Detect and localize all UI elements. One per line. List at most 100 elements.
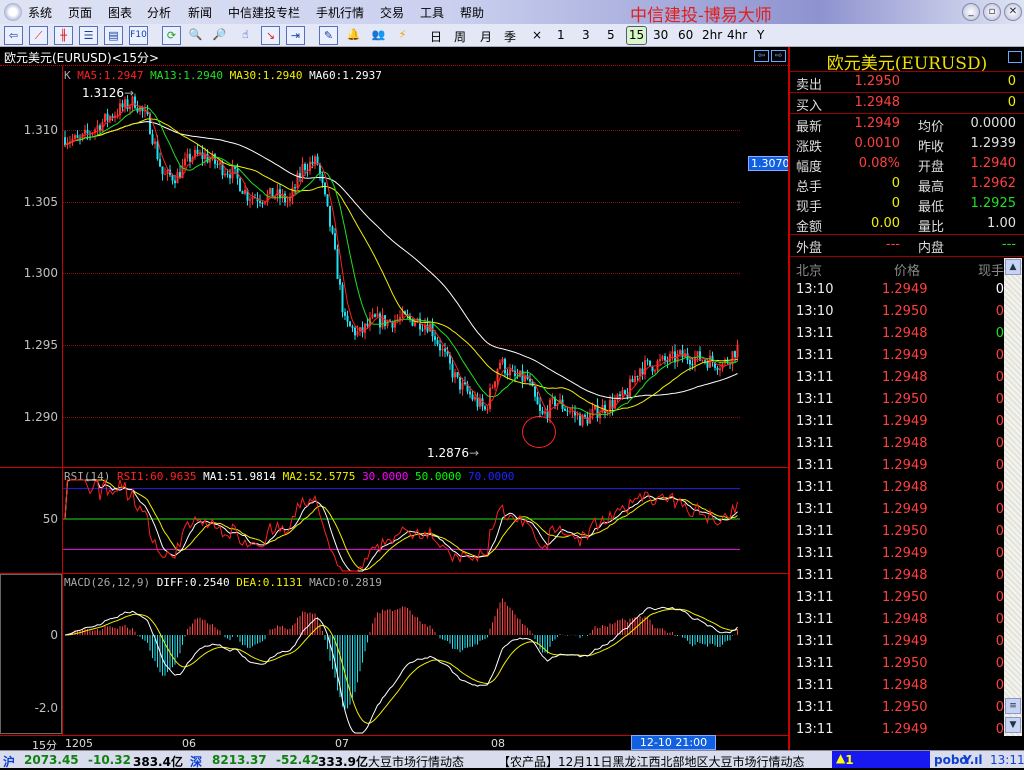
quote-icon[interactable]: ▤ (104, 26, 123, 45)
tick-row[interactable]: 13:11 1.2950 0 (794, 389, 1004, 411)
candle-body (226, 173, 229, 175)
menu-tools[interactable]: 工具 (420, 4, 444, 21)
tick-row[interactable]: 13:11 1.2948 0 (794, 609, 1004, 631)
period-30[interactable]: 30 (653, 28, 668, 42)
menu-news[interactable]: 新闻 (188, 4, 212, 21)
tick-row[interactable]: 13:11 1.2948 0 (794, 477, 1004, 499)
flash-icon[interactable]: ⚡ (393, 26, 412, 45)
scroll-right-icon[interactable]: ⇨ (771, 50, 786, 62)
tick-row[interactable]: 13:11 1.2949 0 (794, 543, 1004, 565)
tick-row[interactable]: 13:11 1.2950 0 (794, 587, 1004, 609)
period-close[interactable]: × (532, 28, 542, 42)
news-ticker-2[interactable]: 【农产品】12月11日黑龙江西北部地区大豆市场行情动态 (498, 753, 805, 770)
candle-body (284, 193, 286, 203)
tick-row[interactable]: 13:10 1.2949 0 (794, 279, 1004, 301)
news-ticker-1[interactable]: 大豆市场行情动态 (368, 753, 464, 770)
menu-page[interactable]: 页面 (68, 4, 92, 21)
tick-row[interactable]: 13:10 1.2950 0 (794, 301, 1004, 323)
candle-body (186, 153, 189, 159)
scroll-down-icon[interactable]: ▼ (1005, 717, 1021, 733)
menu-trade[interactable]: 交易 (380, 4, 404, 21)
period-3[interactable]: 3 (582, 28, 590, 42)
candle-body (639, 368, 641, 377)
close-button[interactable]: ✕ (1004, 3, 1022, 21)
tick-volume: 0 (995, 524, 1004, 539)
ticks-scrollbar[interactable]: ▲ ≡ ▼ (1004, 258, 1022, 736)
period-5[interactable]: 5 (607, 28, 615, 42)
period-year[interactable]: Y (757, 28, 764, 42)
tick-price: 1.2950 (882, 392, 928, 407)
kline-chart[interactable] (0, 0, 788, 768)
tick-row[interactable]: 13:11 1.2949 0 (794, 631, 1004, 653)
refresh-icon[interactable]: ⟳ (162, 26, 181, 45)
tick-row[interactable]: 13:11 1.2949 0 (794, 719, 1004, 741)
line-chart-icon[interactable]: ⟋ (29, 26, 48, 45)
rsi-ma1-line (64, 479, 738, 572)
tick-volume: 0 (995, 590, 1004, 605)
draw-icon[interactable]: ✎ (319, 26, 338, 45)
period-quarter[interactable]: 季 (504, 28, 516, 45)
candle-body (691, 364, 694, 366)
app-logo-icon[interactable] (4, 3, 22, 21)
candle-body (249, 199, 251, 201)
candle-body (436, 340, 439, 345)
tick-row[interactable]: 13:11 1.2948 0 (794, 433, 1004, 455)
candle-body (369, 317, 371, 326)
users-icon[interactable]: 👥 (369, 26, 388, 45)
tick-row[interactable]: 13:11 1.2950 0 (794, 697, 1004, 719)
menu-analysis[interactable]: 分析 (147, 4, 171, 21)
menu-system[interactable]: 系统 (28, 4, 52, 21)
scroll-thumb[interactable]: ≡ (1005, 698, 1021, 714)
tick-row[interactable]: 13:11 1.2949 0 (794, 499, 1004, 521)
gridline (63, 130, 740, 131)
tick-row[interactable]: 13:11 1.2949 0 (794, 455, 1004, 477)
tick-row[interactable]: 13:11 1.2949 0 (794, 411, 1004, 433)
candle-body (114, 115, 116, 118)
menu-mobile[interactable]: 手机行情 (316, 4, 364, 21)
tick-row[interactable]: 13:11 1.2950 0 (794, 653, 1004, 675)
quote-label: 最新 (796, 120, 823, 135)
period-2hr[interactable]: 2hr (702, 28, 722, 42)
period-4hr[interactable]: 4hr (727, 28, 747, 42)
restore-button[interactable]: ▫ (983, 3, 1001, 21)
tick-time: 13:11 (796, 414, 834, 429)
menu-chart[interactable]: 图表 (108, 4, 132, 21)
maximize-panel-icon[interactable] (1008, 51, 1022, 63)
candle-body (319, 164, 321, 175)
period-day[interactable]: 日 (430, 28, 442, 45)
candle-body (71, 138, 74, 142)
period-15[interactable]: 15 (626, 26, 647, 45)
tick-volume: 0 (995, 326, 1004, 341)
period-1[interactable]: 1 (557, 28, 565, 42)
tick-time: 13:11 (796, 590, 834, 605)
scroll-up-icon[interactable]: ▲ (1005, 259, 1021, 275)
period-month[interactable]: 月 (480, 28, 492, 45)
period-week[interactable]: 周 (454, 28, 466, 45)
tick-row[interactable]: 13:11 1.2948 0 (794, 675, 1004, 697)
alarm-icon[interactable]: 🔔 (344, 26, 363, 45)
cursor-icon[interactable]: ☝ (236, 26, 255, 45)
tick-row[interactable]: 13:11 1.2948 0 (794, 565, 1004, 587)
tick-row[interactable]: 13:11 1.2949 0 (794, 345, 1004, 367)
panel-divider (0, 467, 788, 468)
window-icon[interactable]: ↘ (261, 26, 280, 45)
high-price-label: 1.3126→ (82, 86, 135, 100)
list-icon[interactable]: ☰ (79, 26, 98, 45)
period-60[interactable]: 60 (678, 28, 693, 42)
menu-help[interactable]: 帮助 (460, 4, 484, 21)
tick-row[interactable]: 13:11 1.2948 0 (794, 323, 1004, 345)
tick-volume: 0 (995, 722, 1004, 737)
candle-body (424, 324, 426, 330)
zoom-in-icon[interactable]: 🔍 (186, 26, 205, 45)
panel-icon[interactable]: ⇥ (286, 26, 305, 45)
zoom-out-icon[interactable]: 🔎 (210, 26, 229, 45)
candle-chart-icon[interactable]: ╫ (54, 26, 73, 45)
tick-row[interactable]: 13:11 1.2948 0 (794, 367, 1004, 389)
minimize-button[interactable]: _ (962, 3, 980, 21)
back-icon[interactable]: ⇦ (4, 26, 23, 45)
alert-indicator[interactable]: ▲ 1 (832, 751, 930, 768)
scroll-left-icon[interactable]: ⇦ (754, 50, 769, 62)
f10-icon[interactable]: F10 (129, 26, 148, 45)
tick-row[interactable]: 13:11 1.2950 0 (794, 521, 1004, 543)
menu-column[interactable]: 中信建投专栏 (228, 4, 300, 21)
